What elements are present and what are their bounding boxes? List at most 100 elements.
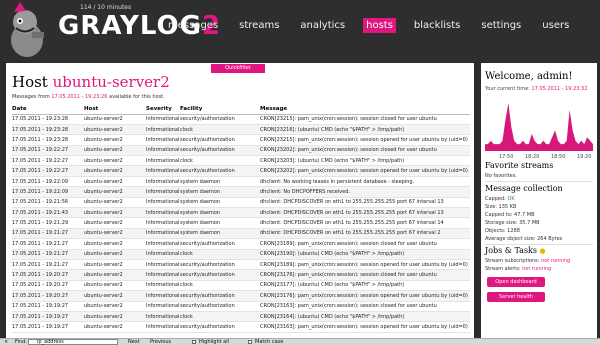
welcome-heading: Welcome, admin!: [485, 71, 573, 82]
right-sidebar: Welcome, admin! Your current time: 17.05…: [481, 63, 597, 338]
cell-facility: clock: [180, 124, 260, 136]
cell-date: 17.05.2011 - 19:21:27: [12, 228, 84, 240]
cell-date: 17.05.2011 - 19:22:27: [12, 145, 84, 157]
sparkline-tick-label: 18:50: [551, 154, 565, 159]
capped-to: Capped to: 47.7 MB: [485, 212, 535, 218]
table-row[interactable]: 17.05.2011 - 19:20:27 ubuntu-server2 Infor…: [12, 269, 470, 281]
find-label: Find:: [15, 339, 27, 345]
table-row[interactable]: 17.05.2011 - 19:21:43 ubuntu-server2 Infor…: [12, 207, 470, 219]
cell-facility: security/authorization: [180, 301, 260, 312]
table-row[interactable]: 17.05.2011 - 19:21:27 ubuntu-server2 Infor…: [12, 249, 470, 260]
cell-message: dhclient: DHCPDISCOVER on eth1 to 255.25…: [260, 217, 470, 229]
table-row[interactable]: 17.05.2011 - 19:21:29 ubuntu-server2 Infor…: [12, 217, 470, 229]
nav-blacklists[interactable]: blacklists: [411, 18, 463, 33]
cell-date: 17.05.2011 - 19:23:28: [12, 134, 84, 146]
find-next-button[interactable]: Next: [128, 339, 140, 345]
lightbulb-icon: ●: [539, 247, 546, 255]
nav-users[interactable]: users: [539, 18, 572, 33]
sparkline-tick-label: 19:20: [577, 154, 591, 159]
cell-host: ubuntu-server2: [84, 176, 146, 188]
highlight-all-checkbox[interactable]: [192, 340, 196, 344]
cell-date: 17.05.2011 - 19:22:09: [12, 176, 84, 188]
cell-facility: clock: [180, 155, 260, 167]
cell-date: 17.05.2011 - 19:23:28: [12, 124, 84, 136]
cell-message: dhclient: No DHCPOFFERS received.: [260, 186, 470, 198]
table-row[interactable]: 17.05.2011 - 19:20:27 ubuntu-server2 Infor…: [12, 280, 470, 292]
cell-message: dhclient: DHCPDISCOVER on eth1 to 255.25…: [260, 207, 470, 219]
divider: [485, 244, 593, 245]
nav-analytics[interactable]: analytics: [297, 18, 348, 33]
find-previous-button[interactable]: Previous: [150, 339, 171, 345]
cell-host: ubuntu-server2: [84, 186, 146, 198]
col-date: Date: [12, 105, 84, 115]
cell-message: CRON[23190]: (ubuntu) CMD (echo "$PATH" …: [260, 249, 470, 260]
browser-find-bar: × Find: ip_address Next Previous Highlig…: [0, 338, 600, 345]
jobs-tasks-heading: Jobs & Tasks ●: [485, 246, 546, 255]
open-dashboard-button[interactable]: Open dashboard: [487, 277, 545, 287]
cell-message: CRON[23203]: (ubuntu) CMD (echo "$PATH" …: [260, 155, 470, 167]
cell-message: CRON[23216]: (ubuntu) CMD (echo "$PATH" …: [260, 124, 470, 136]
table-row[interactable]: 17.05.2011 - 19:20:27 ubuntu-server2 Infor…: [12, 290, 470, 302]
cell-date: 17.05.2011 - 19:21:56: [12, 197, 84, 209]
cell-message: dhclient: DHCPDISCOVER on eth1 to 255.25…: [260, 197, 470, 209]
cell-facility: security/authorization: [180, 290, 260, 302]
cell-host: ubuntu-server2: [84, 321, 146, 333]
close-find-bar-icon[interactable]: ×: [4, 339, 8, 345]
table-row[interactable]: 17.05.2011 - 19:22:09 ubuntu-server2 Infor…: [12, 176, 470, 188]
table-row[interactable]: 17.05.2011 - 19:22:27 ubuntu-server2 Infor…: [12, 145, 470, 157]
table-row[interactable]: 17.05.2011 - 19:21:27 ubuntu-server2 Infor…: [12, 259, 470, 271]
cell-date: 17.05.2011 - 19:20:27: [12, 280, 84, 292]
top-header: 114 / 10 minutes GRAYLOG2 messages strea…: [0, 0, 600, 62]
table-row[interactable]: 17.05.2011 - 19:19:27 ubuntu-server2 Infor…: [12, 301, 470, 312]
table-row[interactable]: 17.05.2011 - 19:22:09 ubuntu-server2 Infor…: [12, 186, 470, 198]
cell-severity: Informational: [146, 176, 180, 188]
cell-host: ubuntu-server2: [84, 207, 146, 219]
table-row[interactable]: 17.05.2011 - 19:19:27 ubuntu-server2 Infor…: [12, 311, 470, 323]
page-subtitle: Messages from 17.05.2011 - 19:23:26 avai…: [12, 94, 165, 100]
cell-host: ubuntu-server2: [84, 197, 146, 209]
cell-date: 17.05.2011 - 19:22:27: [12, 165, 84, 177]
cell-date: 17.05.2011 - 19:19:27: [12, 311, 84, 323]
table-row[interactable]: 17.05.2011 - 19:23:28 ubuntu-server2 Infor…: [12, 124, 470, 136]
cell-facility: security/authorization: [180, 269, 260, 281]
table-header-row: Date Host Severity Facility Message: [12, 105, 470, 115]
cell-facility: security/authorization: [180, 165, 260, 177]
cell-message: CRON[23163]: pam_unix(cron:session): ses…: [260, 301, 470, 312]
table-row[interactable]: 17.05.2011 - 19:22:27 ubuntu-server2 Infor…: [12, 155, 470, 167]
cell-facility: system daemon: [180, 176, 260, 188]
cell-host: ubuntu-server2: [84, 124, 146, 136]
table-row[interactable]: 17.05.2011 - 19:23:28 ubuntu-server2 Infor…: [12, 114, 470, 125]
table-row[interactable]: 17.05.2011 - 19:23:28 ubuntu-server2 Infor…: [12, 134, 470, 146]
cell-host: ubuntu-server2: [84, 134, 146, 146]
nav-settings[interactable]: settings: [478, 18, 524, 33]
stream-subscriptions-status: Stream subscriptions: not running: [485, 258, 571, 264]
graylog-mascot-icon: [11, 2, 44, 57]
find-input[interactable]: ip_address: [28, 339, 118, 345]
favorite-streams-heading: Favorite streams: [485, 161, 554, 170]
match-case-checkbox[interactable]: [248, 340, 252, 344]
sparkline-tick-label: 18:20: [525, 154, 539, 159]
cell-message: CRON[23176]: pam_unix(cron:session): ses…: [260, 290, 470, 302]
cell-severity: Informational: [146, 155, 180, 167]
table-row[interactable]: 17.05.2011 - 19:19:27 ubuntu-server2 Infor…: [12, 321, 470, 333]
table-row[interactable]: 17.05.2011 - 19:21:27 ubuntu-server2 Infor…: [12, 228, 470, 240]
divider: [485, 181, 593, 182]
quickfilter-button[interactable]: Quickfilter: [211, 64, 265, 73]
cell-host: ubuntu-server2: [84, 280, 146, 292]
nav-messages[interactable]: messages: [165, 18, 221, 33]
cell-host: ubuntu-server2: [84, 301, 146, 312]
cell-facility: system daemon: [180, 197, 260, 209]
cell-facility: security/authorization: [180, 145, 260, 157]
nav-hosts[interactable]: hosts: [363, 18, 396, 33]
table-row[interactable]: 17.05.2011 - 19:21:27 ubuntu-server2 Infor…: [12, 238, 470, 250]
table-row[interactable]: 17.05.2011 - 19:22:27 ubuntu-server2 Infor…: [12, 165, 470, 177]
page-title-host: ubuntu-server2: [52, 73, 170, 91]
average-object-size: Average object size: 264 Bytes: [485, 236, 563, 242]
cell-severity: Informational: [146, 134, 180, 146]
cell-severity: Informational: [146, 165, 180, 177]
messages-table: Date Host Severity Facility Message 17.0…: [12, 105, 470, 333]
server-health-button[interactable]: Server health: [487, 292, 545, 302]
cell-severity: Informational: [146, 259, 180, 271]
table-row[interactable]: 17.05.2011 - 19:21:56 ubuntu-server2 Infor…: [12, 197, 470, 209]
nav-streams[interactable]: streams: [236, 18, 282, 33]
